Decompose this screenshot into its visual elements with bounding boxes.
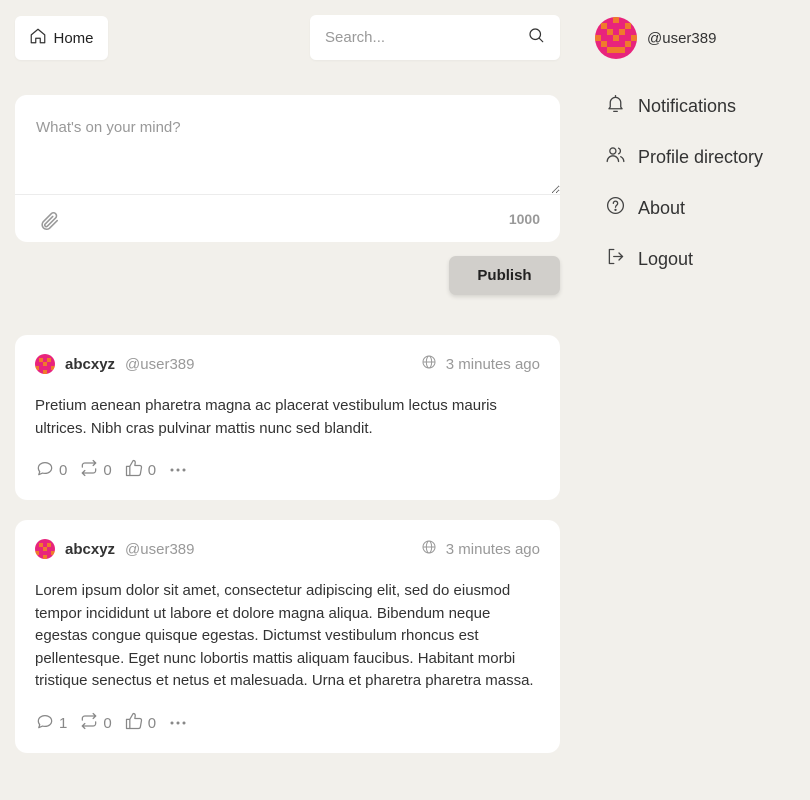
character-counter: 1000	[508, 211, 540, 227]
menu-item-about[interactable]: About	[605, 194, 763, 222]
avatar[interactable]	[35, 539, 55, 559]
menu-item-logout[interactable]: Logout	[605, 245, 763, 273]
post-author[interactable]: abcxyz	[65, 356, 115, 373]
menu-item-notifications[interactable]: Notifications	[605, 92, 763, 120]
repost-button[interactable]: 0	[79, 711, 112, 735]
help-circle-icon	[605, 195, 638, 221]
side-menu: Notifications Profile directory About Lo…	[605, 92, 763, 296]
post-actions: 1 0 0	[35, 711, 188, 735]
menu-item-label: About	[638, 197, 686, 218]
avatar[interactable]	[35, 354, 55, 374]
like-count: 0	[147, 714, 157, 732]
avatar[interactable]	[595, 17, 637, 59]
comment-icon	[35, 458, 55, 482]
app: Home 1000 Publish	[0, 0, 810, 800]
post-card: abcxyz @user389 3 minutes ago Lorem ipsu…	[15, 520, 560, 753]
profile-handle[interactable]: @user389	[647, 30, 716, 47]
like-button[interactable]: 0	[124, 458, 156, 482]
logout-icon	[605, 246, 638, 272]
reply-count: 0	[59, 461, 68, 479]
bell-icon	[605, 93, 638, 119]
post-actions: 0 0 0	[35, 458, 188, 482]
post-card: abcxyz @user389 3 minutes ago Pretium ae…	[15, 335, 560, 500]
home-icon	[29, 27, 47, 49]
post-header: abcxyz @user389 3 minutes ago	[35, 539, 540, 559]
repost-button[interactable]: 0	[79, 458, 112, 482]
publish-button[interactable]: Publish	[449, 256, 560, 295]
globe-icon	[421, 354, 437, 374]
search-box[interactable]	[310, 15, 560, 60]
more-options-icon[interactable]	[168, 713, 188, 733]
menu-item-label: Notifications	[638, 95, 737, 116]
post-textarea[interactable]	[15, 95, 560, 195]
home-button[interactable]: Home	[15, 16, 108, 60]
post-timestamp[interactable]: 3 minutes ago	[446, 356, 540, 373]
post-handle[interactable]: @user389	[125, 356, 194, 373]
search-icon[interactable]	[527, 26, 545, 49]
more-options-icon[interactable]	[168, 460, 188, 480]
reply-count: 1	[59, 714, 68, 732]
like-button[interactable]: 0	[124, 711, 156, 735]
search-input[interactable]	[325, 29, 527, 46]
repost-icon	[79, 711, 99, 735]
like-count: 0	[147, 461, 157, 479]
menu-item-label: Logout	[638, 248, 694, 269]
repost-count: 0	[103, 714, 112, 732]
post-text: Pretium aenean pharetra magna ac placera…	[35, 397, 497, 437]
home-label: Home	[53, 29, 94, 47]
post-text: Lorem ipsum dolor sit amet, consectetur …	[35, 582, 534, 689]
reply-button[interactable]: 1	[35, 711, 67, 735]
comment-icon	[35, 711, 55, 735]
repost-count: 0	[103, 461, 112, 479]
post-author[interactable]: abcxyz	[65, 541, 115, 558]
current-user[interactable]: @user389	[595, 17, 716, 59]
thumbs-up-icon	[124, 711, 144, 735]
post-header: abcxyz @user389 3 minutes ago	[35, 354, 540, 374]
reply-button[interactable]: 0	[35, 458, 67, 482]
menu-item-label: Profile directory	[638, 146, 764, 167]
post-composer: 1000	[15, 95, 560, 242]
thumbs-up-icon	[124, 458, 144, 482]
repost-icon	[79, 458, 99, 482]
users-icon	[605, 144, 638, 170]
paperclip-icon[interactable]	[38, 210, 60, 232]
post-timestamp[interactable]: 3 minutes ago	[446, 541, 540, 558]
globe-icon	[421, 539, 437, 559]
menu-item-profile-directory[interactable]: Profile directory	[605, 143, 763, 171]
post-handle[interactable]: @user389	[125, 541, 194, 558]
